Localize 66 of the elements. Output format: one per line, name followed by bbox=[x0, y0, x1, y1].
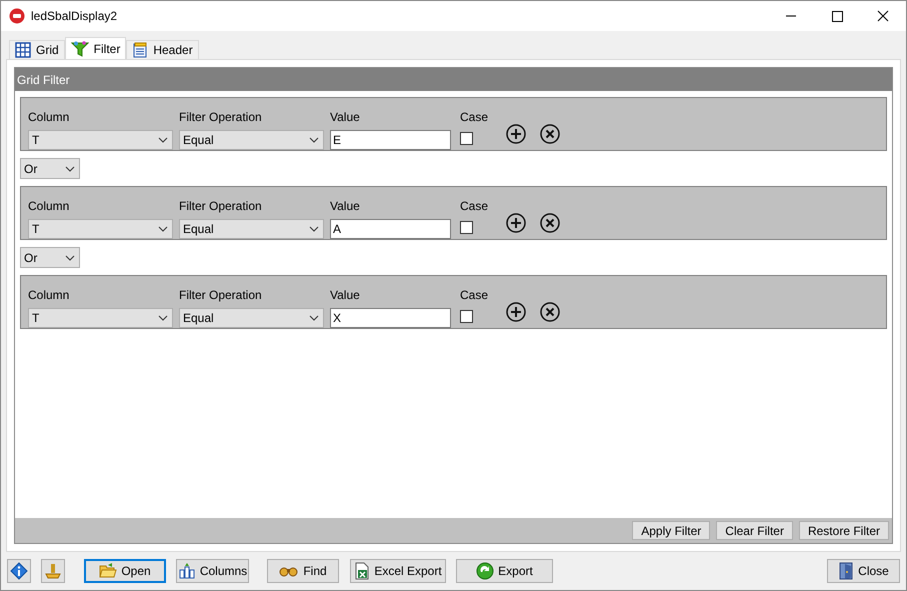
add-icon[interactable] bbox=[506, 124, 526, 144]
toolbar-button[interactable]: Columns bbox=[176, 559, 249, 583]
tab[interactable]: Header bbox=[126, 40, 199, 59]
tool-button[interactable] bbox=[41, 559, 65, 583]
chevron-down-icon bbox=[65, 254, 75, 260]
operation-dropdown[interactable]: Equal bbox=[179, 219, 324, 239]
case-checkbox[interactable] bbox=[460, 221, 473, 234]
field-label: Case bbox=[460, 109, 490, 126]
field-label: Column bbox=[28, 109, 70, 126]
document-icon bbox=[132, 42, 148, 58]
toolbar-button[interactable]: Export bbox=[456, 559, 553, 583]
app-logo-icon bbox=[9, 8, 25, 24]
info-button[interactable] bbox=[7, 559, 31, 583]
tool-icon bbox=[44, 562, 62, 580]
field-label: Filter Operation bbox=[179, 287, 263, 304]
tab[interactable]: Grid bbox=[9, 40, 65, 59]
operation-dropdown[interactable]: Equal bbox=[179, 130, 324, 150]
column-dropdown[interactable]: T bbox=[28, 308, 173, 328]
chevron-down-icon bbox=[309, 315, 319, 321]
logic-dropdown[interactable]: Or bbox=[20, 158, 80, 179]
value-field[interactable]: A bbox=[330, 219, 451, 239]
filter-action-button[interactable]: Clear Filter bbox=[716, 521, 793, 540]
folder-icon bbox=[99, 563, 118, 579]
field-label: Filter Operation bbox=[179, 109, 263, 126]
chevron-down-icon bbox=[158, 315, 168, 321]
logic-dropdown[interactable]: Or bbox=[20, 247, 80, 268]
funnel-icon bbox=[70, 40, 89, 56]
remove-icon[interactable] bbox=[540, 302, 560, 322]
spreadsheet-icon bbox=[354, 562, 370, 580]
refresh-icon bbox=[476, 562, 494, 580]
columns-icon bbox=[178, 563, 196, 579]
case-checkbox[interactable] bbox=[460, 132, 473, 145]
field-label: Column bbox=[28, 287, 70, 304]
field-label: Column bbox=[28, 198, 70, 215]
toolbar-button[interactable]: Open bbox=[84, 559, 166, 583]
value-field[interactable]: X bbox=[330, 308, 451, 328]
door-icon bbox=[838, 562, 854, 580]
case-checkbox[interactable] bbox=[460, 310, 473, 323]
panel-header: Grid Filter bbox=[15, 68, 892, 91]
filter-action-button[interactable]: Apply Filter bbox=[632, 521, 710, 540]
field-label: Value bbox=[330, 287, 361, 304]
field-label: Filter Operation bbox=[179, 198, 263, 215]
chevron-down-icon bbox=[158, 226, 168, 232]
remove-icon[interactable] bbox=[540, 213, 560, 233]
toolbar-button[interactable]: Excel Export bbox=[350, 559, 446, 583]
column-dropdown[interactable]: T bbox=[28, 130, 173, 150]
chevron-down-icon bbox=[65, 166, 75, 172]
toolbar-button[interactable]: Close bbox=[827, 559, 900, 583]
field-label: Value bbox=[330, 109, 361, 126]
remove-icon[interactable] bbox=[540, 124, 560, 144]
filter-action-button[interactable]: Restore Filter bbox=[798, 521, 889, 540]
info-icon bbox=[10, 562, 28, 580]
chevron-down-icon bbox=[158, 137, 168, 143]
field-label: Case bbox=[460, 287, 490, 304]
column-dropdown[interactable]: T bbox=[28, 219, 173, 239]
add-icon[interactable] bbox=[506, 213, 526, 233]
operation-dropdown[interactable]: Equal bbox=[179, 308, 324, 328]
toolbar-button[interactable]: Find bbox=[267, 559, 339, 583]
chevron-down-icon bbox=[309, 226, 319, 232]
window-title: ledSbalDisplay2 bbox=[31, 8, 118, 25]
value-field[interactable]: E bbox=[330, 130, 451, 150]
add-icon[interactable] bbox=[506, 302, 526, 322]
chevron-down-icon bbox=[309, 137, 319, 143]
tab[interactable]: Filter bbox=[64, 37, 126, 59]
field-label: Value bbox=[330, 198, 361, 215]
field-label: Case bbox=[460, 198, 490, 215]
